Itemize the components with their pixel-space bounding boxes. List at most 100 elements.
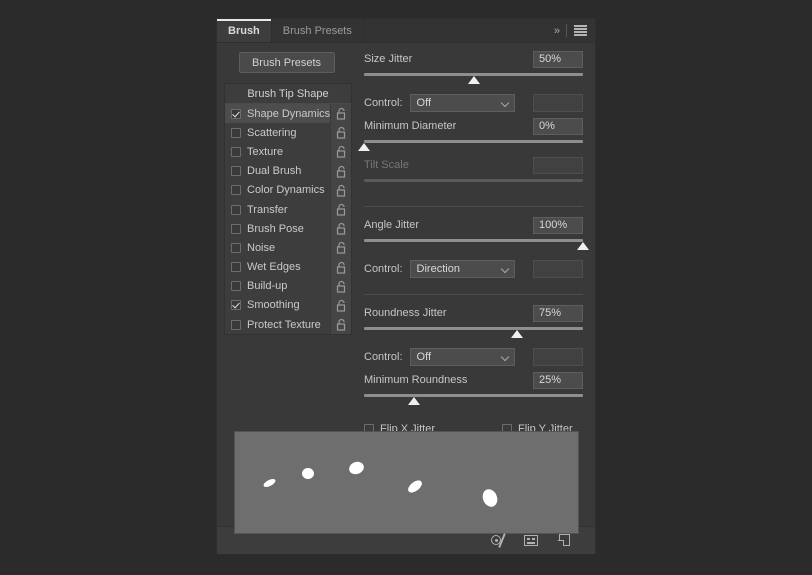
checkbox-brush-pose[interactable] [231,223,241,234]
slider-thumb[interactable] [577,242,589,250]
brush-option-list: Brush Tip Shape Shape Dynamics Scatterin… [224,83,352,336]
panel-tab-bar: Brush Brush Presets » [217,19,595,43]
size-jitter-slider[interactable] [364,71,583,87]
frame-shape [524,535,538,546]
sidebar-item-label: Color Dynamics [247,184,325,197]
brush-dab [405,478,425,495]
sidebar-item-color-dynamics[interactable]: Color Dynamics [225,180,351,200]
tab-brush-label: Brush [228,24,260,37]
lock-toggle-brush-pose[interactable] [330,219,351,239]
slider-thumb[interactable] [467,76,480,84]
unlocked-padlock-icon [336,299,345,312]
size-jitter-control-select[interactable]: Off [409,94,515,112]
sidebar-item-label: Protect Texture [247,318,321,331]
panel-menu-icon[interactable] [574,25,587,36]
unlocked-padlock-icon [336,242,345,255]
checkbox-scattering[interactable] [231,127,241,138]
checkbox-shape-dynamics[interactable] [231,108,241,119]
lock-toggle-transfer[interactable] [330,199,351,220]
tab-brush[interactable]: Brush [217,19,272,42]
lock-toggle-shape-dynamics[interactable] [330,104,352,124]
tilt-scale-label: Tilt Scale [364,159,409,171]
sidebar-item-build-up[interactable]: Build-up [225,276,351,296]
roundness-jitter-control-select[interactable]: Off [409,348,515,366]
brush-presets-button[interactable]: Brush Presets [238,52,335,73]
angle-jitter-value[interactable]: 100% [533,216,583,234]
collapse-to-icons-icon[interactable]: » [554,25,560,37]
tilt-scale-slider [364,177,583,193]
sidebar-item-label: Noise [247,241,276,254]
tilt-scale-row: Tilt Scale [364,156,583,174]
panel-top-area: Brush Presets Brush Tip Shape Shape Dyna… [217,43,595,457]
unlocked-padlock-icon [336,184,345,197]
size-jitter-row: Size Jitter 50% [364,50,583,68]
sidebar-item-scattering[interactable]: Scattering [225,123,351,143]
unlocked-padlock-icon [336,261,345,274]
lock-toggle-wet-edges[interactable] [330,257,351,277]
bar-shape [527,542,535,544]
sidebar-item-brush-pose[interactable]: Brush Pose [225,219,351,239]
minimum-roundness-value[interactable]: 25% [533,371,583,389]
angle-jitter-control-select[interactable]: Direction [409,260,515,278]
checkbox-dual-brush[interactable] [231,166,241,177]
sidebar-item-label: Scattering [247,126,297,139]
minimum-roundness-slider[interactable] [364,392,583,408]
bar-shape [532,538,535,540]
sidebar-item-smoothing[interactable]: Smoothing [225,295,351,316]
checkbox-transfer[interactable] [231,204,241,215]
lock-toggle-noise[interactable] [330,238,351,258]
checkbox-smoothing[interactable] [231,300,241,311]
minimum-roundness-label: Minimum Roundness [364,374,468,386]
lock-toggle-dual-brush[interactable] [330,161,351,181]
sidebar-item-label: Shape Dynamics [247,107,331,120]
sidebar-item-brush-tip-shape[interactable]: Brush Tip Shape [225,84,351,104]
toggle-live-brush-tip-preview-icon[interactable] [491,533,507,548]
sidebar-item-wet-edges[interactable]: Wet Edges [225,257,351,277]
checkbox-color-dynamics[interactable] [231,185,241,196]
minimum-diameter-row: Minimum Diameter 0% [364,117,583,135]
lock-toggle-scattering[interactable] [330,123,351,143]
control-label: Control: [364,351,403,363]
unlocked-padlock-icon [336,127,345,139]
sidebar-item-texture[interactable]: Texture [225,142,351,162]
lock-toggle-texture[interactable] [330,142,351,162]
checkbox-noise[interactable] [231,242,241,253]
checkbox-build-up[interactable] [231,281,241,292]
slider-thumb[interactable] [511,330,524,338]
roundness-jitter-slider[interactable] [364,325,583,341]
angle-jitter-slider[interactable] [364,237,589,253]
sidebar-item-noise[interactable]: Noise [225,238,351,258]
lock-toggle-build-up[interactable] [330,276,351,296]
slider-track [364,327,583,330]
lock-toggle-color-dynamics[interactable] [330,180,351,200]
unlocked-padlock-icon [336,203,345,216]
slider-thumb[interactable] [358,143,370,151]
brush-dab [302,468,314,479]
size-jitter-section: Size Jitter 50% Control: Off Minimum Dia… [358,50,583,199]
size-jitter-control-value: Off [416,97,432,109]
tab-brush-presets[interactable]: Brush Presets [271,19,364,42]
open-preset-manager-icon[interactable] [524,533,540,548]
tab-bar-divider [566,24,567,37]
slider-thumb[interactable] [408,397,421,405]
size-jitter-value[interactable]: 50% [533,50,583,68]
brush-options-sidebar: Brush Presets Brush Tip Shape Shape Dyna… [217,43,356,427]
lock-toggle-smoothing[interactable] [330,295,351,316]
sidebar-item-protect-texture[interactable]: Protect Texture [225,315,351,335]
checkbox-protect-texture[interactable] [231,319,241,330]
sidebar-item-dual-brush[interactable]: Dual Brush [225,161,351,181]
checkbox-texture[interactable] [231,146,241,157]
sidebar-item-transfer[interactable]: Transfer [225,199,351,220]
minimum-diameter-slider[interactable] [358,138,583,154]
sidebar-item-label: Build-up [247,280,288,293]
roundness-jitter-value[interactable]: 75% [533,304,583,322]
minimum-diameter-value[interactable]: 0% [533,117,583,135]
tab-brush-presets-label: Brush Presets [282,24,352,37]
create-new-brush-icon[interactable] [557,533,573,548]
control-label: Control: [364,263,403,275]
angle-jitter-section: Angle Jitter 100% Control: Direction [364,216,589,287]
sidebar-item-shape-dynamics[interactable]: Shape Dynamics [225,104,352,124]
lock-toggle-protect-texture[interactable] [330,315,351,335]
sidebar-item-label: Transfer [247,203,288,216]
checkbox-wet-edges[interactable] [231,262,241,273]
